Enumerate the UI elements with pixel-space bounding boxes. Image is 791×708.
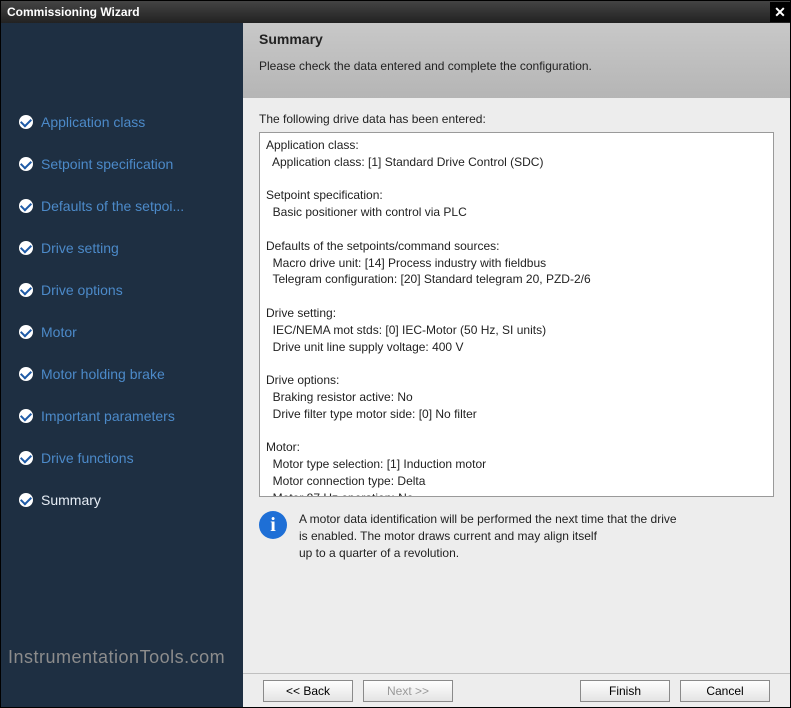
sidebar-item-setpoint-specification[interactable]: Setpoint specification (1, 150, 243, 178)
close-icon[interactable]: ✕ (770, 2, 790, 22)
sidebar-item-label: Summary (41, 492, 101, 508)
sidebar-item-label: Drive setting (41, 240, 119, 256)
page-title: Summary (259, 31, 774, 47)
check-icon (19, 241, 33, 255)
check-icon (19, 409, 33, 423)
sidebar-item-drive-setting[interactable]: Drive setting (1, 234, 243, 262)
check-icon (19, 199, 33, 213)
sidebar-item-summary[interactable]: Summary (1, 486, 243, 514)
finish-button[interactable]: Finish (580, 680, 670, 702)
body: Application class Setpoint specification… (1, 23, 790, 707)
info-row: i A motor data identification will be pe… (259, 511, 774, 561)
sidebar-item-drive-options[interactable]: Drive options (1, 276, 243, 304)
cancel-button[interactable]: Cancel (680, 680, 770, 702)
check-icon (19, 325, 33, 339)
titlebar: Commissioning Wizard ✕ (1, 1, 790, 23)
check-icon (19, 367, 33, 381)
sidebar: Application class Setpoint specification… (1, 23, 243, 707)
check-icon (19, 493, 33, 507)
info-text: A motor data identification will be perf… (299, 511, 677, 561)
sidebar-item-label: Motor holding brake (41, 366, 165, 382)
page-subtitle: Please check the data entered and comple… (259, 59, 774, 73)
sidebar-item-application-class[interactable]: Application class (1, 108, 243, 136)
sidebar-item-label: Motor (41, 324, 77, 340)
check-icon (19, 115, 33, 129)
sidebar-item-label: Application class (41, 114, 145, 130)
sidebar-item-motor[interactable]: Motor (1, 318, 243, 346)
sidebar-item-label: Drive options (41, 282, 123, 298)
sidebar-item-motor-holding-brake[interactable]: Motor holding brake (1, 360, 243, 388)
sidebar-item-label: Setpoint specification (41, 156, 173, 172)
check-icon (19, 157, 33, 171)
sidebar-item-defaults-setpoints[interactable]: Defaults of the setpoi... (1, 192, 243, 220)
back-button[interactable]: << Back (263, 680, 353, 702)
window-title: Commissioning Wizard (7, 5, 140, 19)
wizard-window: Commissioning Wizard ✕ Application class… (0, 0, 791, 708)
header-band: Summary Please check the data entered an… (243, 23, 790, 98)
next-button: Next >> (363, 680, 453, 702)
sidebar-item-drive-functions[interactable]: Drive functions (1, 444, 243, 472)
sidebar-item-label: Drive functions (41, 450, 134, 466)
sidebar-item-label: Important parameters (41, 408, 175, 424)
main-panel: The following drive data has been entere… (243, 98, 790, 673)
sidebar-item-label: Defaults of the setpoi... (41, 198, 184, 214)
sidebar-item-important-parameters[interactable]: Important parameters (1, 402, 243, 430)
content: Summary Please check the data entered an… (243, 23, 790, 707)
check-icon (19, 451, 33, 465)
summary-intro: The following drive data has been entere… (259, 112, 774, 126)
footer-bar: << Back Next >> Finish Cancel (243, 673, 790, 707)
summary-textbox[interactable]: Application class: Application class: [1… (259, 132, 774, 497)
info-icon: i (259, 511, 287, 539)
check-icon (19, 283, 33, 297)
